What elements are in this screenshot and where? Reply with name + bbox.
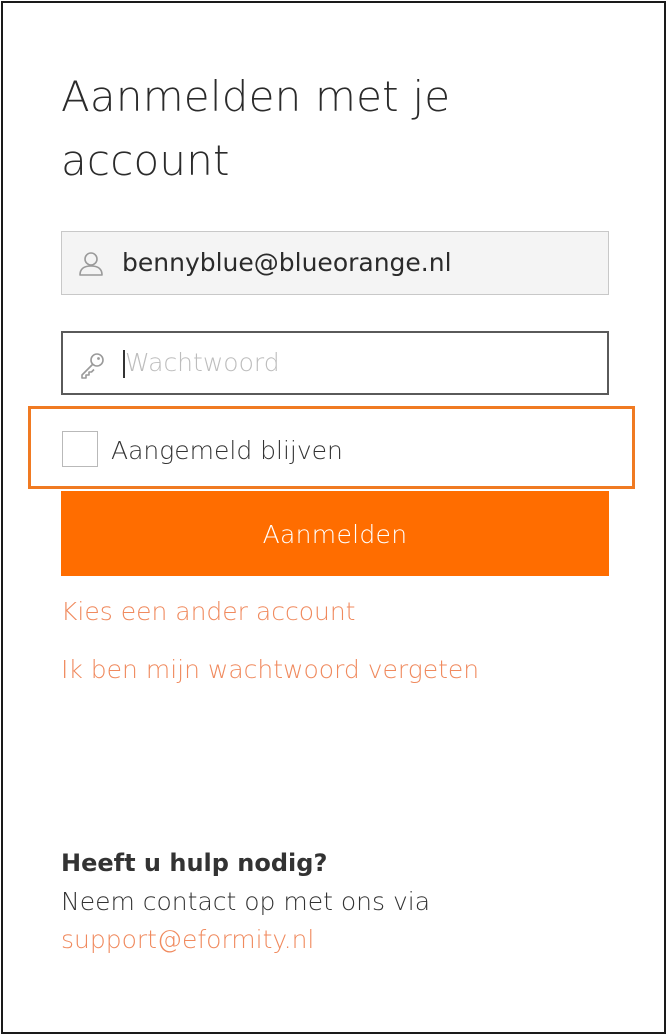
remember-me-label[interactable]: Aangemeld blijven [111,431,343,471]
help-text: Neem contact op met ons via [61,887,431,916]
support-email-link[interactable]: support@eformity.nl [61,925,314,954]
sign-in-button[interactable]: Aanmelden [61,491,609,576]
page-title: Aanmelden met je account [61,72,451,185]
login-page: Aanmelden met je account bennyblue@blueo… [1,1,666,1034]
user-icon [76,249,106,279]
password-placeholder: Wachtwoord [125,348,280,377]
choose-other-account-link[interactable]: Kies een ander account [61,597,355,626]
username-value: bennyblue@blueorange.nl [122,248,452,277]
forgot-password-link[interactable]: Ik ben mijn wachtwoord vergeten [61,655,479,684]
username-field[interactable]: bennyblue@blueorange.nl [61,231,609,295]
remember-me-checkbox[interactable] [62,431,98,467]
key-icon [77,350,107,380]
help-heading: Heeft u hulp nodig? [61,849,328,877]
password-field[interactable]: Wachtwoord [61,331,609,395]
